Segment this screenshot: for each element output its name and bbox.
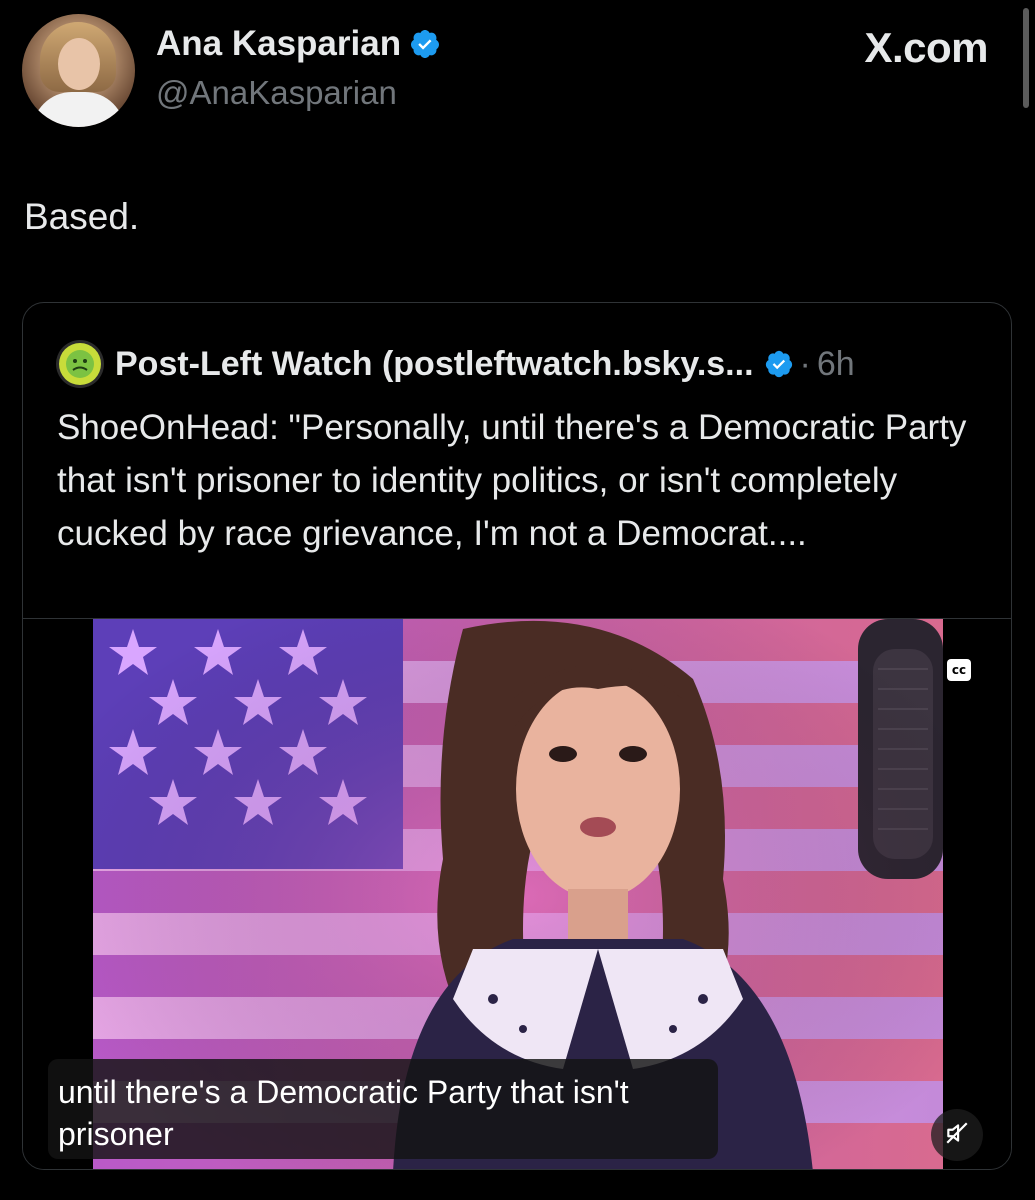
scrollbar[interactable] (1023, 8, 1029, 108)
video-player[interactable]: cc until there's a Democratic Party that… (23, 618, 1011, 1169)
video-caption: until there's a Democratic Party that is… (48, 1059, 718, 1159)
quoted-verified-badge-icon (764, 349, 794, 379)
quoted-post-card[interactable]: Post-Left Watch (postleftwatch.bsky.s...… (22, 302, 1012, 1170)
author-handle[interactable]: @AnaKasparian (156, 74, 397, 112)
author-name[interactable]: Ana Kasparian (156, 24, 401, 64)
quoted-author-name[interactable]: Post-Left Watch (postleftwatch.bsky.s... (115, 345, 754, 384)
verified-badge-icon (409, 28, 441, 60)
muted-speaker-icon (944, 1120, 970, 1151)
quoted-post-text: ShoeOnHead: "Personally, until there's a… (57, 408, 967, 553)
avatar-shirt (32, 92, 125, 127)
avatar-face (58, 38, 100, 90)
quoted-post-time[interactable]: 6h (817, 345, 855, 384)
closed-captions-button[interactable]: cc (947, 659, 971, 681)
author-name-row[interactable]: Ana Kasparian (156, 24, 441, 64)
mute-toggle-button[interactable] (931, 1109, 983, 1161)
tweet-text: Based. (24, 196, 140, 237)
post-header: Ana Kasparian @AnaKasparian X.com (22, 14, 1012, 129)
site-label: X.com (864, 24, 988, 71)
quoted-post-header: Post-Left Watch (postleftwatch.bsky.s...… (55, 339, 855, 389)
quoted-author-avatar[interactable] (55, 339, 105, 389)
author-avatar[interactable] (22, 14, 135, 127)
separator-dot: · (799, 344, 811, 383)
